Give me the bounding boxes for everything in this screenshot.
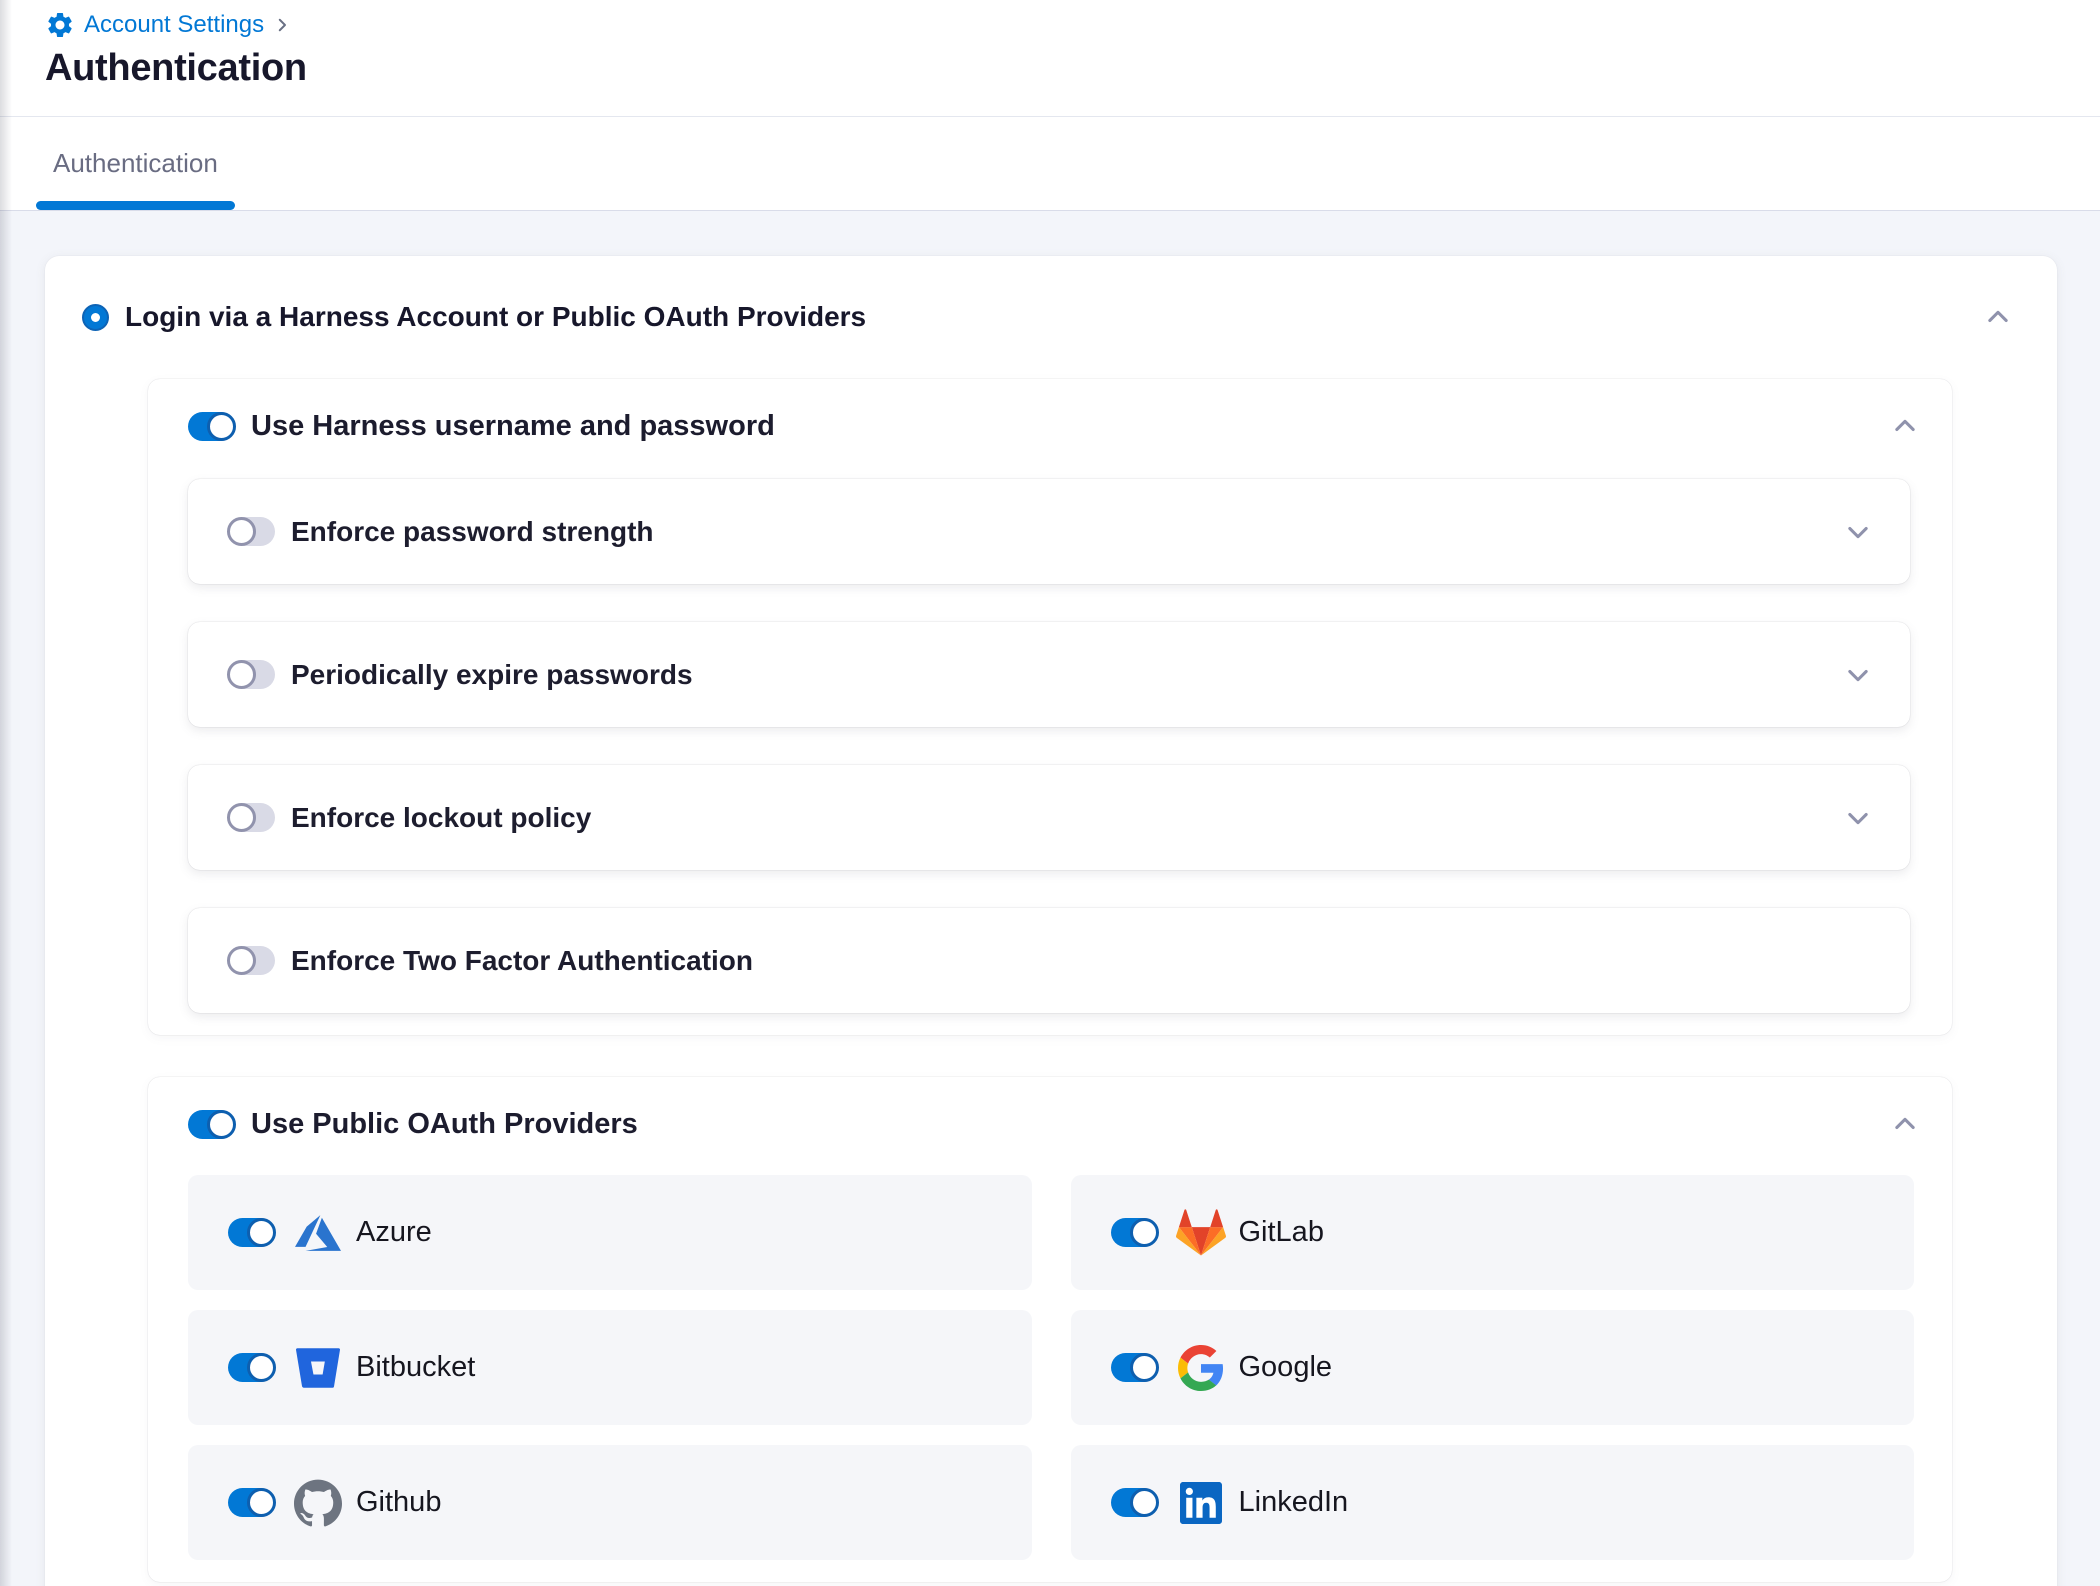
linkedin-icon [1175, 1477, 1227, 1529]
chevron-down-icon[interactable] [1844, 804, 1872, 832]
oauth-provider-grid: Azure GitLab Bitbucket Google Github Lin… [188, 1175, 1914, 1560]
oauth-provider-azure: Azure [188, 1175, 1032, 1290]
tab-label: Authentication [53, 148, 218, 179]
oauth-title: Use Public OAuth Providers [251, 1108, 638, 1141]
bitbucket-toggle[interactable] [228, 1353, 275, 1382]
chevron-up-icon[interactable] [1984, 303, 2012, 331]
tab-bar: Authentication [0, 117, 2100, 211]
chevron-down-icon[interactable] [1844, 661, 1872, 689]
google-toggle[interactable] [1111, 1353, 1158, 1382]
policy-row-enforce-two-factor-authentication: Enforce Two Factor Authentication [188, 908, 1910, 1013]
github-icon [292, 1477, 344, 1529]
enforce-two-factor-authentication-toggle[interactable] [228, 946, 275, 975]
toggle-knob [227, 517, 256, 546]
content-area: Login via a Harness Account or Public OA… [0, 211, 2100, 1586]
password-policy-list: Enforce password strength Periodically e… [148, 479, 1952, 1013]
username-password-header: Use Harness username and password [148, 411, 1952, 441]
login-method-label: Login via a Harness Account or Public OA… [125, 301, 866, 333]
toggle-knob [227, 946, 256, 975]
username-password-title: Use Harness username and password [251, 410, 775, 443]
tab-authentication[interactable]: Authentication [36, 117, 235, 210]
breadcrumb: Account Settings [45, 8, 2100, 42]
github-toggle[interactable] [228, 1488, 275, 1517]
login-method-radio[interactable] [82, 304, 109, 331]
provider-label: GitLab [1239, 1216, 1324, 1249]
provider-label: Azure [356, 1216, 432, 1249]
settings-gear-icon[interactable] [45, 10, 75, 40]
oauth-header: Use Public OAuth Providers [148, 1109, 1952, 1139]
use-harness-username-password-toggle[interactable] [188, 412, 235, 441]
policy-row-periodically-expire-passwords: Periodically expire passwords [188, 622, 1910, 727]
oauth-provider-github: Github [188, 1445, 1032, 1560]
bitbucket-icon [292, 1342, 344, 1394]
policy-label: Enforce Two Factor Authentication [291, 945, 753, 977]
provider-label: LinkedIn [1239, 1486, 1349, 1519]
enforce-lockout-policy-toggle[interactable] [228, 803, 275, 832]
chevron-up-icon[interactable] [1891, 412, 1919, 440]
periodically-expire-passwords-toggle[interactable] [228, 660, 275, 689]
oauth-section: Use Public OAuth Providers Azure GitLab … [148, 1077, 1952, 1582]
auth-settings-card: Login via a Harness Account or Public OA… [45, 256, 2057, 1586]
page-header: Account Settings Authentication [0, 0, 2100, 117]
use-public-oauth-providers-toggle[interactable] [188, 1110, 235, 1139]
toggle-knob [207, 1110, 236, 1139]
policy-row-enforce-lockout-policy: Enforce lockout policy [188, 765, 1910, 870]
breadcrumb-separator-icon [273, 16, 291, 34]
toggle-knob [227, 660, 256, 689]
chevron-down-icon[interactable] [1844, 518, 1872, 546]
oauth-provider-linkedin: LinkedIn [1071, 1445, 1915, 1560]
gitlab-icon [1175, 1207, 1227, 1259]
toggle-knob [247, 1353, 276, 1382]
page-title: Authentication [45, 47, 2100, 90]
google-icon [1175, 1342, 1227, 1394]
policy-row-enforce-password-strength: Enforce password strength [188, 479, 1910, 584]
provider-label: Github [356, 1486, 441, 1519]
gitlab-toggle[interactable] [1111, 1218, 1158, 1247]
policy-label: Enforce password strength [291, 516, 654, 548]
toggle-knob [1130, 1353, 1159, 1382]
policy-label: Enforce lockout policy [291, 802, 591, 834]
active-tab-underline [36, 201, 235, 210]
enforce-password-strength-toggle[interactable] [228, 517, 275, 546]
toggle-knob [227, 803, 256, 832]
toggle-knob [1130, 1218, 1159, 1247]
login-method-radio-row: Login via a Harness Account or Public OA… [45, 301, 2057, 333]
policy-label: Periodically expire passwords [291, 659, 693, 691]
azure-toggle[interactable] [228, 1218, 275, 1247]
provider-label: Google [1239, 1351, 1333, 1384]
provider-label: Bitbucket [356, 1351, 475, 1384]
toggle-knob [1130, 1488, 1159, 1517]
azure-icon [292, 1207, 344, 1259]
chevron-up-icon[interactable] [1891, 1110, 1919, 1138]
breadcrumb-link-account-settings[interactable]: Account Settings [84, 11, 264, 39]
toggle-knob [207, 412, 236, 441]
oauth-provider-google: Google [1071, 1310, 1915, 1425]
username-password-section: Use Harness username and password Enforc… [148, 379, 1952, 1035]
oauth-provider-bitbucket: Bitbucket [188, 1310, 1032, 1425]
toggle-knob [247, 1218, 276, 1247]
toggle-knob [247, 1488, 276, 1517]
linkedin-toggle[interactable] [1111, 1488, 1158, 1517]
oauth-provider-gitlab: GitLab [1071, 1175, 1915, 1290]
